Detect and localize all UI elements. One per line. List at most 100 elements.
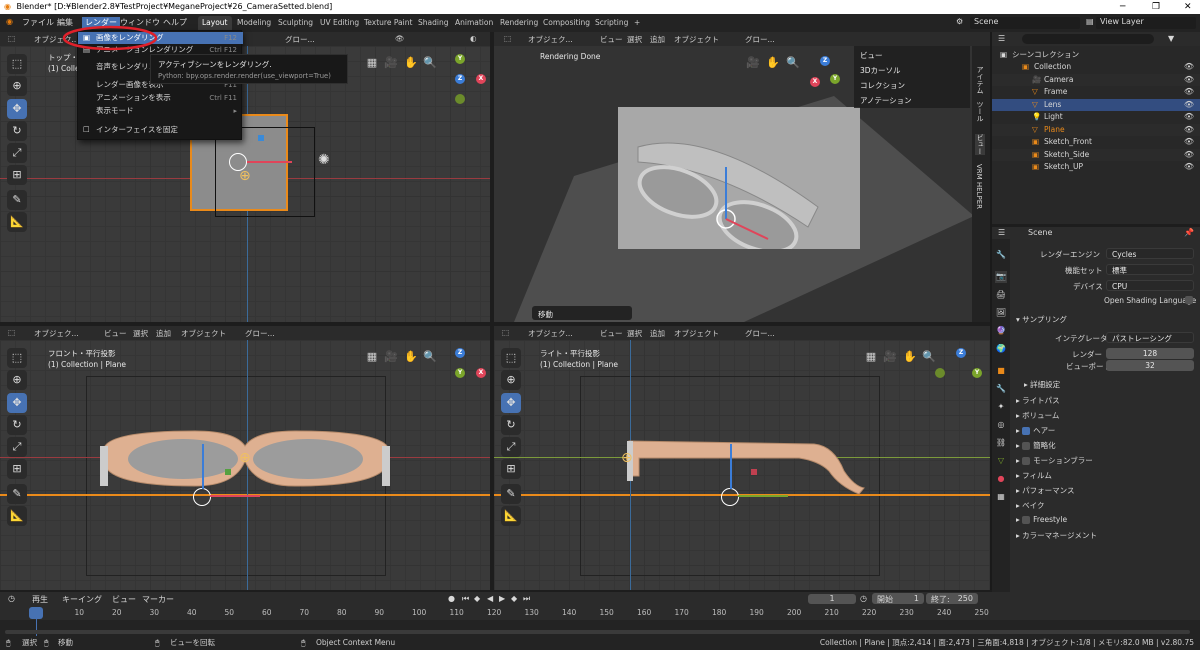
workspace-tab-shading[interactable]: Shading — [414, 16, 452, 30]
transform-tool-icon[interactable]: ⊞ — [501, 459, 521, 479]
add-menu[interactable]: 追加 — [156, 328, 171, 339]
editor-type-icon[interactable]: ⬚ — [8, 328, 15, 337]
visibility-eye-icon[interactable]: 👁 — [1184, 86, 1194, 98]
gizmo-neg-y-icon[interactable] — [935, 368, 945, 378]
integrator-select[interactable]: パストレーシング — [1106, 332, 1194, 343]
gizmo-y-icon[interactable]: Y — [972, 368, 982, 378]
jump-start-icon[interactable]: ⏮ — [462, 594, 469, 604]
workspace-tab-rendering[interactable]: Rendering — [496, 16, 542, 30]
current-frame-field[interactable]: 1 — [808, 594, 856, 604]
select-tool-icon[interactable]: ⬚ — [501, 348, 521, 368]
start-frame-field[interactable]: 開始 1 — [872, 593, 924, 604]
timeline-menu-marker[interactable]: マーカー — [142, 594, 174, 605]
workspace-tab-uv-editing[interactable]: UV Editing — [316, 16, 363, 30]
sampling-section[interactable]: ▾ サンプリング — [1016, 314, 1067, 325]
constraint-tab-icon[interactable]: ⛓ — [995, 437, 1007, 449]
pan-icon[interactable]: ✋ — [766, 56, 780, 70]
orientation-selector[interactable]: グロー... — [285, 34, 315, 45]
visibility-eye-icon[interactable]: 👁 — [1184, 61, 1194, 73]
advanced-section[interactable]: ▸ 詳細設定 — [1024, 379, 1060, 390]
timeline-menu-keying[interactable]: キーイング — [62, 594, 102, 605]
cursor-tool-icon[interactable]: ⊕ — [7, 76, 27, 96]
playhead[interactable] — [29, 607, 43, 619]
prev-keyframe-icon[interactable]: ◆ — [474, 594, 480, 603]
particle-tab-icon[interactable]: ✦ — [995, 401, 1007, 413]
gizmo-yz-handle[interactable] — [751, 469, 757, 475]
modifier-tab-icon[interactable]: 🔧 — [995, 383, 1007, 395]
outliner-item[interactable]: ▽ Plane 👁 — [992, 123, 1200, 136]
property-section[interactable]: ▸ ベイク — [1016, 500, 1045, 511]
editor-type-icon[interactable]: ⬚ — [8, 34, 15, 43]
mode-selector[interactable]: オブジェク... — [528, 328, 573, 339]
property-section[interactable]: ▸ フィルム — [1016, 470, 1052, 481]
physics-tab-icon[interactable]: ◎ — [995, 419, 1007, 431]
lock-interface-item[interactable]: ☐ インターフェイスを固定 — [78, 124, 243, 136]
workspace-tab-animation[interactable]: Animation — [451, 16, 497, 30]
orientation-selector[interactable]: グロー... — [745, 34, 775, 45]
section-checkbox[interactable] — [1022, 442, 1031, 450]
pan-icon[interactable]: ✋ — [903, 350, 917, 364]
gizmo-x-arrow[interactable] — [210, 495, 260, 497]
transform-tool-icon[interactable]: ⊞ — [7, 459, 27, 479]
cursor-tool-icon[interactable]: ⊕ — [501, 370, 521, 390]
visibility-eye-icon[interactable]: 👁 — [1184, 161, 1194, 173]
rotate-tool-icon[interactable]: ↻ — [7, 121, 27, 141]
gizmo-z-icon[interactable]: Z — [956, 348, 966, 358]
timeline-menu-playback[interactable]: 再生 — [32, 594, 48, 605]
workspace-tab-compositing[interactable]: Compositing — [539, 16, 594, 30]
timeline-scrollbar[interactable] — [5, 630, 1190, 634]
workspace-tab-modeling[interactable]: Modeling — [233, 16, 275, 30]
feature-set-select[interactable]: 標準 — [1106, 264, 1194, 275]
section-checkbox[interactable] — [1022, 457, 1031, 465]
gizmo-x-icon[interactable]: X — [476, 74, 486, 84]
select-menu[interactable]: 選択 — [133, 328, 148, 339]
lock-interface-checkbox[interactable]: ☐ — [83, 124, 90, 136]
menu-file[interactable]: ファイル — [22, 17, 54, 28]
gizmo-neg-y-icon[interactable] — [455, 94, 465, 104]
render-tab-icon[interactable]: 📷 — [995, 271, 1007, 283]
outliner-item[interactable]: 💡 Light 👁 — [992, 111, 1200, 123]
measure-tool-icon[interactable]: 📐 — [7, 506, 27, 526]
output-tab-icon[interactable]: 🖨 — [995, 289, 1007, 301]
render-engine-select[interactable]: Cycles — [1106, 248, 1194, 259]
play-reverse-icon[interactable]: ◀ — [487, 594, 493, 603]
measure-tool-icon[interactable]: 📐 — [501, 506, 521, 526]
timeline-editor-icon[interactable]: ◷ — [8, 594, 15, 603]
tab-tool[interactable]: ツール — [975, 101, 985, 122]
gizmo-z-icon[interactable]: Z — [455, 74, 465, 84]
tab-view[interactable]: ビュー — [975, 134, 985, 155]
grid-toggle-icon[interactable]: ▦ — [864, 350, 878, 364]
camera-view-icon[interactable]: 🎥 — [746, 56, 760, 70]
menu-help[interactable]: ヘルプ — [163, 17, 187, 28]
visibility-eye-icon[interactable]: 👁 — [1184, 111, 1194, 123]
visibility-eye-icon[interactable]: 👁 — [1184, 149, 1194, 161]
cursor-tool-icon[interactable]: ⊕ — [7, 370, 27, 390]
frame-ruler[interactable]: 1102030405060708090100110120130140150160… — [0, 606, 1200, 620]
play-icon[interactable]: ▶ — [499, 594, 505, 603]
scale-tool-icon[interactable]: ⤢ — [7, 143, 27, 163]
pan-icon[interactable]: ✋ — [404, 350, 418, 364]
visibility-icon[interactable]: 👁 — [395, 34, 405, 43]
glasses-side-model[interactable] — [619, 436, 869, 496]
gizmo-z-arrow[interactable] — [202, 444, 204, 489]
mode-selector[interactable]: オブジェク... — [34, 328, 79, 339]
object-menu[interactable]: オブジェクト — [674, 34, 719, 45]
timeline-menu-view[interactable]: ビュー — [112, 594, 136, 605]
gizmo-xz-handle[interactable] — [225, 469, 231, 475]
annotate-tool-icon[interactable]: ✎ — [7, 190, 27, 210]
transform-gizmo-center[interactable] — [721, 488, 739, 506]
camera-view-icon[interactable]: 🎥 — [384, 350, 398, 364]
object-menu[interactable]: オブジェクト — [181, 328, 226, 339]
area-divider[interactable] — [990, 32, 992, 590]
move-tool-icon[interactable]: ✥ — [7, 393, 27, 413]
gizmo-y-handle[interactable] — [258, 135, 264, 141]
sidebar-3d-cursor[interactable]: 3Dカーソル — [860, 65, 901, 76]
display-mode-item[interactable]: 表示モード ▸ — [78, 105, 243, 117]
grid-toggle-icon[interactable]: ▦ — [365, 56, 379, 70]
annotate-tool-icon[interactable]: ✎ — [501, 484, 521, 504]
move-tool-icon[interactable]: ✥ — [7, 99, 27, 119]
add-menu[interactable]: 追加 — [650, 34, 665, 45]
object-tab-icon[interactable]: ■ — [995, 365, 1007, 377]
gizmo-y-icon[interactable]: Y — [455, 368, 465, 378]
pin-icon[interactable]: 📌 — [1184, 228, 1194, 237]
